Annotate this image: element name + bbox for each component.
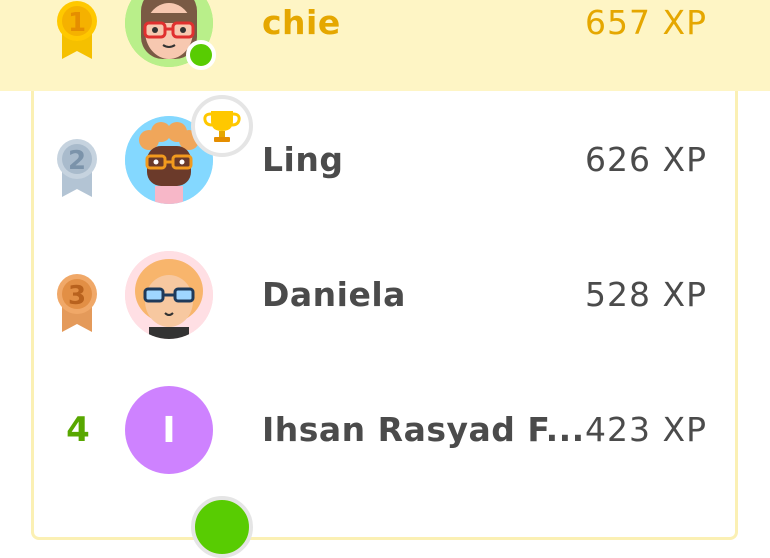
xp-value: 528 XP	[585, 275, 707, 314]
leaderboard-row-1[interactable]: 1 chie 657 XP	[0, 0, 770, 91]
user-name[interactable]: Ling	[262, 140, 343, 179]
user-avatar[interactable]: I	[125, 386, 213, 474]
user-name[interactable]: chie	[262, 3, 341, 42]
rank-number: 4	[66, 410, 90, 450]
rank-number: 3	[68, 281, 86, 311]
silver-medal-icon: 2	[57, 139, 97, 197]
blonde-glasses-avatar-icon	[125, 251, 213, 339]
bronze-medal-icon: 3	[57, 274, 97, 332]
next-row-badge-icon	[191, 496, 253, 558]
leaderboard-row-2[interactable]: 2 Ling 626 XP	[0, 92, 770, 227]
trophy-badge	[191, 95, 253, 157]
leaderboard-row-4[interactable]: 4 I Ihsan Rasyad F... 423 XP	[0, 362, 770, 497]
user-name[interactable]: Daniela	[262, 275, 406, 314]
xp-value: 657 XP	[585, 3, 707, 42]
leaderboard-row-3[interactable]: 3 Daniela 528 XP	[0, 227, 770, 362]
rank-number: 2	[68, 146, 86, 176]
xp-value: 423 XP	[585, 410, 707, 449]
trophy-icon	[203, 111, 241, 142]
user-name[interactable]: Ihsan Rasyad F...	[262, 410, 585, 449]
user-avatar[interactable]	[125, 251, 213, 339]
rank-number: 1	[68, 8, 86, 38]
online-status-icon	[186, 40, 216, 70]
xp-value: 626 XP	[585, 140, 707, 179]
gold-medal-icon: 1	[57, 1, 97, 59]
